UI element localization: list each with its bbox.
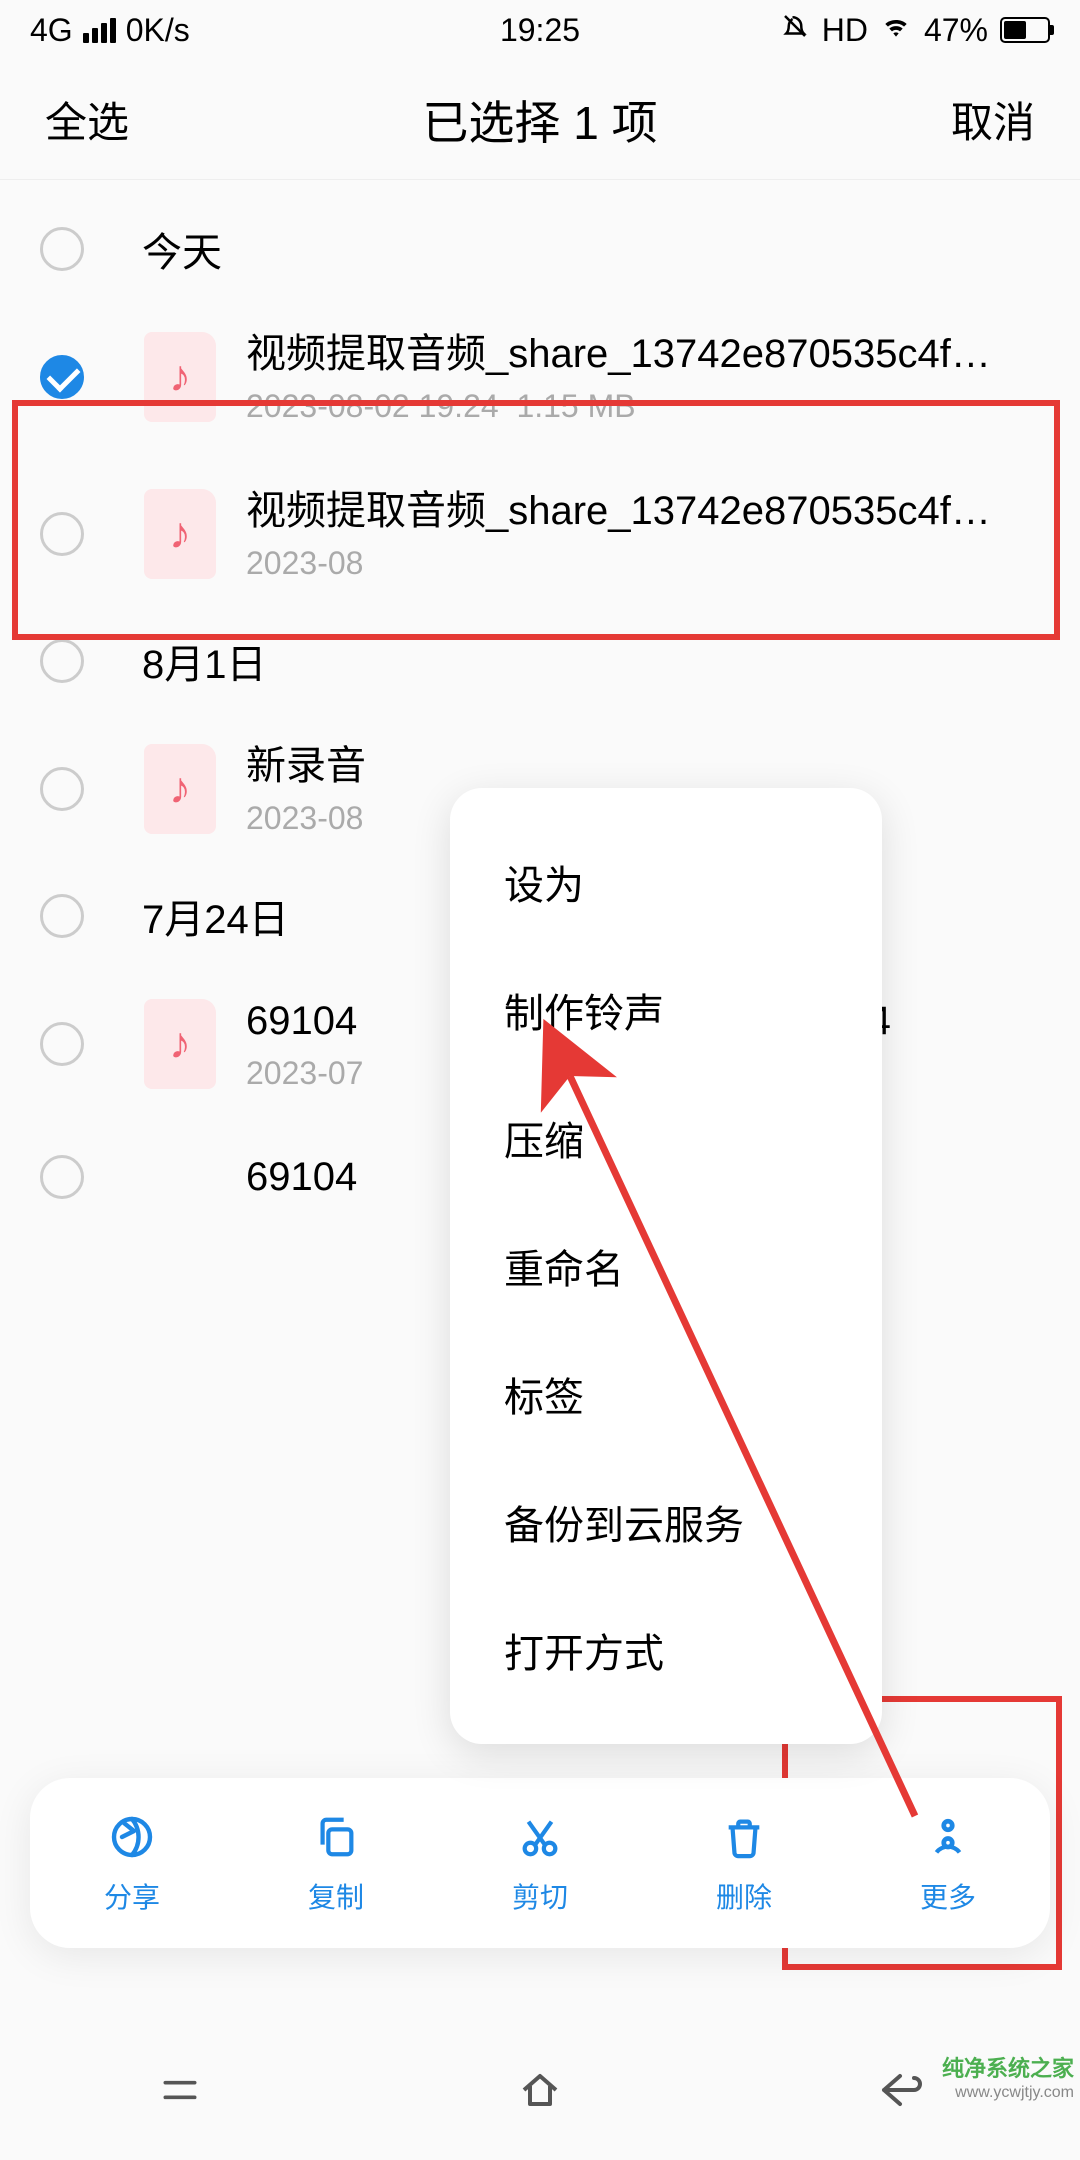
file-checkbox[interactable] — [40, 512, 84, 556]
more-label: 更多 — [920, 1876, 976, 1916]
copy-button[interactable]: 复制 — [234, 1810, 438, 1916]
menu-rename[interactable]: 重命名 — [450, 1202, 882, 1330]
share-button[interactable]: 分享 — [30, 1810, 234, 1916]
signal-icon — [83, 18, 116, 43]
battery-icon — [1000, 17, 1050, 43]
copy-label: 复制 — [308, 1876, 364, 1916]
network-speed: 0K/s — [126, 12, 190, 49]
music-file-icon — [144, 744, 216, 834]
section-header-aug1[interactable]: 8月1日 — [0, 612, 1080, 710]
page-title: 已选择 1 项 — [422, 87, 657, 153]
file-row[interactable]: 视频提取音频_share_13742e870535c4f… 2023-08-02… — [0, 298, 1080, 455]
status-bar: 4G 0K/s 19:25 HD 47% — [0, 0, 1080, 60]
file-name: 视频提取音频_share_13742e870535c4f… — [246, 328, 1040, 380]
section-checkbox[interactable] — [40, 227, 84, 271]
mute-icon — [780, 11, 810, 49]
delete-icon — [717, 1810, 771, 1864]
clock: 19:25 — [500, 12, 580, 49]
cut-button[interactable]: 剪切 — [438, 1810, 642, 1916]
section-title: 8月1日 — [142, 632, 267, 690]
menu-tag[interactable]: 标签 — [450, 1330, 882, 1458]
file-meta: 2023-08-02 19:24 1.15 MB — [246, 388, 1040, 425]
battery-percent: 47% — [924, 12, 988, 49]
system-nav-bar — [0, 2020, 1080, 2160]
cut-label: 剪切 — [512, 1876, 568, 1916]
back-button[interactable] — [872, 2062, 928, 2118]
hd-label: HD — [822, 12, 868, 49]
recent-apps-button[interactable] — [152, 2062, 208, 2118]
select-all-button[interactable]: 全选 — [45, 89, 129, 150]
share-icon — [105, 1810, 159, 1864]
context-menu: 设为 制作铃声 压缩 重命名 标签 备份到云服务 打开方式 — [450, 788, 882, 1744]
share-label: 分享 — [104, 1876, 160, 1916]
file-checkbox-checked[interactable] — [40, 355, 84, 399]
file-checkbox[interactable] — [40, 1155, 84, 1199]
wifi-icon — [880, 10, 912, 50]
more-button[interactable]: 更多 — [846, 1810, 1050, 1916]
copy-icon — [309, 1810, 363, 1864]
delete-label: 删除 — [716, 1876, 772, 1916]
section-title: 今天 — [142, 220, 222, 278]
network-type: 4G — [30, 12, 73, 49]
file-name: 新录音 — [246, 740, 1040, 792]
action-bar: 分享 复制 剪切 删除 更多 — [30, 1778, 1050, 1948]
menu-set-as[interactable]: 设为 — [450, 818, 882, 946]
home-button[interactable] — [512, 2062, 568, 2118]
section-checkbox[interactable] — [40, 894, 84, 938]
section-header-today[interactable]: 今天 — [0, 200, 1080, 298]
music-file-icon — [144, 489, 216, 579]
cancel-button[interactable]: 取消 — [951, 89, 1035, 150]
more-icon — [921, 1810, 975, 1864]
file-meta: 2023-08 — [246, 545, 1040, 582]
file-checkbox[interactable] — [40, 767, 84, 811]
menu-backup-cloud[interactable]: 备份到云服务 — [450, 1458, 882, 1586]
section-checkbox[interactable] — [40, 639, 84, 683]
file-row[interactable]: 视频提取音频_share_13742e870535c4f… 2023-08 — [0, 455, 1080, 612]
menu-make-ringtone[interactable]: 制作铃声 — [450, 946, 882, 1074]
cut-icon — [513, 1810, 567, 1864]
section-title: 7月24日 — [142, 887, 289, 945]
delete-button[interactable]: 删除 — [642, 1810, 846, 1916]
menu-open-with[interactable]: 打开方式 — [450, 1586, 882, 1714]
music-file-icon — [144, 332, 216, 422]
watermark: 纯净系统之家 www.ycwjtjy.com — [942, 2056, 1074, 2102]
menu-compress[interactable]: 压缩 — [450, 1074, 882, 1202]
selection-header: 全选 已选择 1 项 取消 — [0, 60, 1080, 180]
file-name: 视频提取音频_share_13742e870535c4f… — [246, 485, 1040, 537]
music-file-icon — [144, 999, 216, 1089]
file-checkbox[interactable] — [40, 1022, 84, 1066]
